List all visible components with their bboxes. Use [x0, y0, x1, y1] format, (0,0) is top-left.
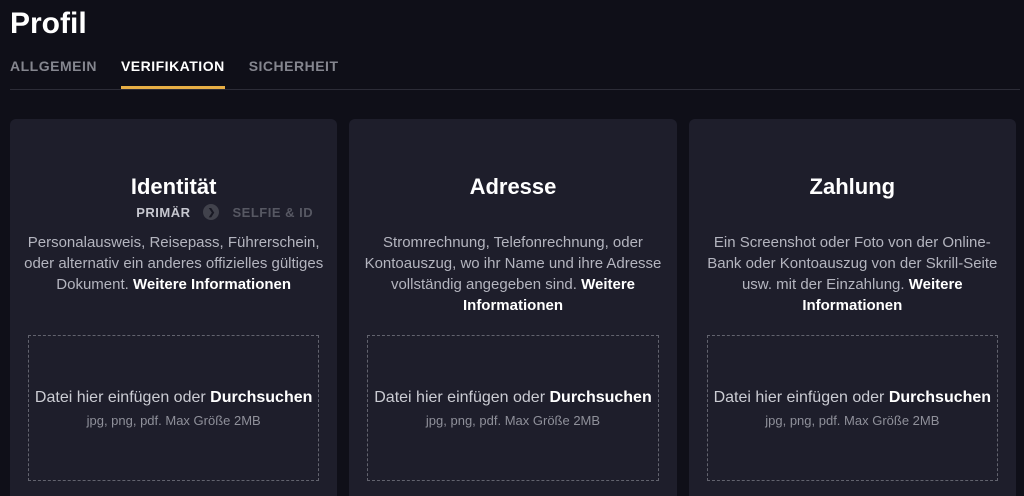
browse-link[interactable]: Durchsuchen	[889, 389, 991, 406]
dropzone-hint: jpg, png, pdf. Max Größe 2MB	[86, 413, 261, 428]
browse-link[interactable]: Durchsuchen	[210, 389, 312, 406]
payment-steps-spacer	[740, 204, 1024, 220]
dropzone-instruction: Datei hier einfügen oder Durchsuchen	[708, 387, 997, 409]
card-identity: Identität PRIMÄR ❯ SELFIE & ID Personala…	[10, 119, 338, 496]
chevron-right-icon: ❯	[203, 204, 220, 220]
dropzone-text: Datei hier einfügen oder	[713, 389, 889, 406]
step-primary-label: PRIMÄR	[136, 204, 191, 220]
address-dropzone[interactable]: Datei hier einfügen oder Durchsuchen jpg…	[367, 335, 659, 481]
more-info-link[interactable]: Weitere Informationen	[133, 276, 291, 293]
card-address-description: Stromrechnung, Telefonrechnung, oder Kon…	[363, 232, 662, 320]
tab-allgemein[interactable]: ALLGEMEIN	[10, 44, 97, 89]
address-steps-spacer	[400, 204, 727, 220]
step-selfie-id-label: SELFIE & ID	[232, 204, 314, 220]
dropzone-text: Datei hier einfügen oder	[34, 389, 211, 406]
tab-verifikation[interactable]: VERIFIKATION	[120, 44, 225, 89]
dropzone-text: Datei hier einfügen oder	[374, 389, 550, 406]
card-identity-description: Personalausweis, Reisepass, Führerschein…	[24, 232, 323, 320]
dropzone-instruction: Datei hier einfügen oder Durchsuchen	[368, 387, 657, 409]
card-address: Adresse Stromrechnung, Telefonrechnung, …	[349, 119, 677, 496]
tab-bar: ALLGEMEIN VERIFIKATION SICHERHEIT	[10, 44, 1020, 90]
card-payment-description: Ein Screenshot oder Foto von der Online-…	[703, 232, 1002, 320]
card-payment: Zahlung Ein Screenshot oder Foto von der…	[688, 119, 1016, 496]
browse-link[interactable]: Durchsuchen	[549, 389, 651, 406]
identity-steps: PRIMÄR ❯ SELFIE & ID	[61, 204, 388, 220]
dropzone-hint: jpg, png, pdf. Max Größe 2MB	[425, 413, 601, 428]
page-title: Profil	[10, 7, 87, 40]
dropzone-hint: jpg, png, pdf. Max Größe 2MB	[765, 413, 940, 428]
verification-cards: Identität PRIMÄR ❯ SELFIE & ID Personala…	[10, 119, 1016, 496]
card-payment-title: Zahlung	[809, 174, 896, 199]
tab-sicherheit[interactable]: SICHERHEIT	[249, 44, 339, 89]
payment-dropzone[interactable]: Datei hier einfügen oder Durchsuchen jpg…	[706, 335, 998, 481]
identity-dropzone[interactable]: Datei hier einfügen oder Durchsuchen jpg…	[28, 335, 320, 481]
card-address-title: Adresse	[469, 174, 557, 199]
dropzone-instruction: Datei hier einfügen oder Durchsuchen	[29, 387, 318, 409]
card-identity-title: Identität	[130, 174, 217, 199]
